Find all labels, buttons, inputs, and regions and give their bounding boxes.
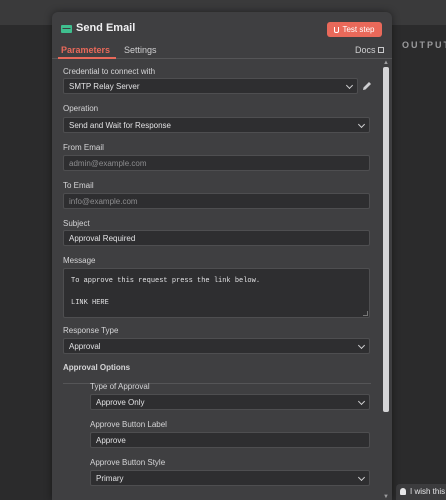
subject-field[interactable]: Approval Required [63,230,370,246]
panel-header: Send Email Test step [52,12,392,42]
type-of-approval-label: Type of Approval [90,382,150,391]
scroll-up-icon[interactable]: ▲ [383,60,389,66]
credential-select[interactable]: SMTP Relay Server [63,78,358,94]
external-link-icon [377,47,384,53]
feedback-hint[interactable]: I wish this [396,484,446,500]
from-email-label: From Email [63,143,104,152]
active-tab-indicator [58,57,116,59]
approve-button-label-field[interactable]: Approve [90,432,370,448]
response-type-value: Approval [69,342,101,351]
chevron-down-icon [357,341,366,350]
credential-value: SMTP Relay Server [69,82,140,91]
mail-icon [61,25,72,33]
tab-settings[interactable]: Settings [124,45,157,55]
operation-value: Send and Wait for Response [69,121,171,130]
approve-button-style-label: Approve Button Style [90,458,166,467]
response-type-label: Response Type [63,326,119,335]
chevron-down-icon [357,397,366,406]
message-textarea[interactable]: To approve this request press the link b… [63,268,370,318]
message-line: LINK HERE [71,299,109,307]
panel-tabs: Parameters Settings Docs [52,42,392,59]
approve-button-style-select[interactable]: Primary [90,470,370,486]
test-step-button[interactable]: Test step [327,22,382,37]
scrollbar[interactable]: ▲ ▼ [383,60,389,500]
response-type-select[interactable]: Approval [63,338,370,354]
tab-parameters[interactable]: Parameters [61,45,110,55]
resize-handle[interactable] [363,311,368,316]
docs-link[interactable]: Docs [355,45,384,55]
scrollbar-thumb[interactable] [383,67,389,412]
from-email-field[interactable]: admin@example.com [63,155,370,171]
node-settings-panel: Send Email Test step Parameters Settings… [52,12,392,500]
scroll-down-icon[interactable]: ▼ [383,494,389,500]
type-of-approval-value: Approve Only [96,398,145,407]
lightbulb-icon [400,488,406,495]
parameters-form: Credential to connect with SMTP Relay Se… [52,60,392,500]
to-email-label: To Email [63,181,94,190]
test-step-label: Test step [342,25,375,34]
output-panel-label: OUTPUT [402,40,446,50]
message-label: Message [63,256,96,265]
approve-button-style-value: Primary [96,474,124,483]
flask-icon [334,26,340,33]
message-line [71,287,362,298]
from-email-placeholder: admin@example.com [69,159,147,168]
approve-button-label-value: Approve [96,436,126,445]
operation-select[interactable]: Send and Wait for Response [63,117,370,133]
node-title[interactable]: Send Email [76,22,135,34]
subject-label: Subject [63,219,90,228]
credential-label: Credential to connect with [63,67,156,76]
edit-credential-icon[interactable] [362,81,372,91]
approve-button-label-label: Approve Button Label [90,420,167,429]
chevron-down-icon [357,473,366,482]
to-email-placeholder: info@example.com [69,197,138,206]
subject-value: Approval Required [69,234,136,243]
message-line: To approve this request press the link b… [71,277,261,285]
chevron-down-icon [357,120,366,129]
to-email-field[interactable]: info@example.com [63,193,370,209]
operation-label: Operation [63,104,99,113]
docs-label: Docs [355,45,376,55]
type-of-approval-select[interactable]: Approve Only [90,394,370,410]
chevron-down-icon [345,81,354,90]
approval-options-heading: Approval Options [63,363,131,372]
feedback-hint-text: I wish this [410,487,446,496]
